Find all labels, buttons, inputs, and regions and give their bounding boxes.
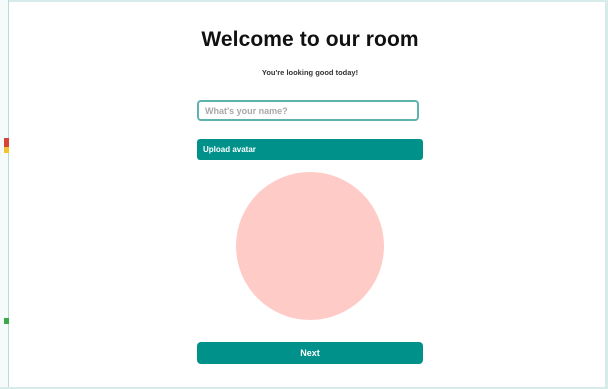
next-button[interactable]: Next bbox=[197, 342, 423, 364]
frame-top-border bbox=[0, 0, 608, 2]
left-edge-panel bbox=[0, 0, 9, 389]
upload-avatar-button[interactable]: Upload avatar bbox=[197, 139, 423, 160]
page-subtitle: You're looking good today! bbox=[261, 68, 359, 77]
name-input[interactable] bbox=[197, 100, 419, 121]
page-title: Welcome to our room bbox=[201, 28, 419, 51]
welcome-screen: Welcome to our room You're looking good … bbox=[0, 0, 608, 389]
edge-marker-green bbox=[4, 318, 9, 324]
edge-marker-yellow bbox=[4, 147, 9, 153]
edge-marker-red bbox=[4, 138, 9, 147]
avatar-preview bbox=[236, 172, 384, 320]
